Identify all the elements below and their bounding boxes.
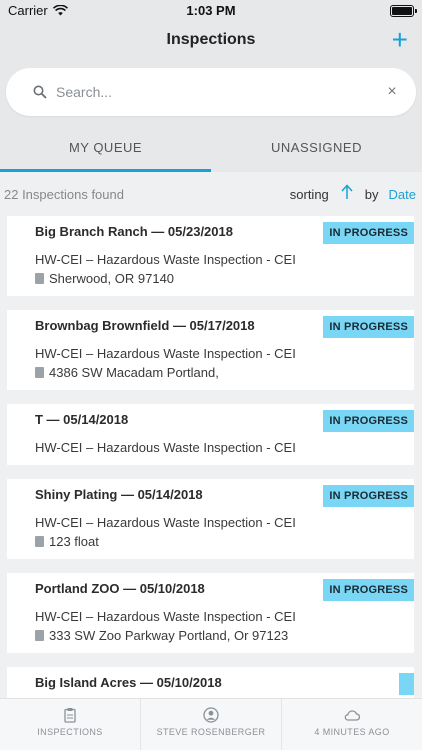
search-icon	[33, 85, 47, 99]
inspection-card[interactable]: Portland ZOO — 05/10/2018 IN PROGRESS HW…	[7, 573, 414, 653]
status-badge: IN PROGRESS	[323, 410, 414, 432]
cloud-icon	[344, 710, 361, 721]
inspection-list: Big Branch Ranch — 05/23/2018 IN PROGRES…	[0, 216, 422, 707]
queue-tabs: MY QUEUE UNASSIGNED	[0, 126, 422, 172]
sort-direction-button[interactable]	[341, 183, 353, 205]
add-inspection-button[interactable]: +	[392, 26, 408, 54]
battery-icon	[390, 5, 417, 17]
building-icon	[35, 273, 44, 284]
list-toolbar: 22 Inspections found sorting by Date	[0, 172, 422, 216]
tabbar-label: INSPECTIONS	[37, 727, 103, 737]
tabbar-item-inspections[interactable]: INSPECTIONS	[0, 699, 141, 750]
clock: 1:03 PM	[186, 3, 236, 18]
status-bar: Carrier 1:03 PM	[0, 0, 422, 22]
navigation-bar: Inspections +	[0, 22, 422, 60]
status-badge: IN PROGRESS	[323, 485, 414, 507]
bottom-tab-bar: INSPECTIONS STEVE ROSENBERGER 4 MINUTES …	[0, 698, 422, 750]
arrow-up-icon	[341, 183, 353, 199]
header: Carrier 1:03 PM Inspections + ×	[0, 0, 422, 172]
inspection-card[interactable]: Big Branch Ranch — 05/23/2018 IN PROGRES…	[7, 216, 414, 296]
status-badge	[398, 673, 414, 695]
close-icon: ×	[387, 83, 397, 100]
address-text: 333 SW Zoo Parkway Portland, Or 97123	[49, 628, 289, 643]
tabbar-item-user[interactable]: STEVE ROSENBERGER	[141, 699, 282, 750]
sorting-label: sorting	[289, 186, 329, 202]
address-text: 4386 SW Macadam Portland,	[49, 365, 219, 380]
clear-search-button[interactable]: ×	[384, 83, 400, 101]
inspection-address: Sherwood, OR 97140	[35, 271, 406, 286]
page-title: Inspections	[166, 31, 256, 48]
inspection-type: HW-CEI – Hazardous Waste Inspection - CE…	[35, 515, 296, 530]
inspection-type: HW-CEI – Hazardous Waste Inspection - CE…	[35, 252, 296, 267]
sort-field-button[interactable]: Date	[389, 187, 416, 202]
inspection-card[interactable]: Brownbag Brownfield — 05/17/2018 IN PROG…	[7, 310, 414, 390]
user-icon	[203, 707, 219, 723]
tabbar-label: 4 MINUTES AGO	[314, 727, 390, 737]
tab-unassigned[interactable]: UNASSIGNED	[211, 126, 422, 172]
tabbar-item-sync[interactable]: 4 MINUTES AGO	[282, 699, 422, 750]
tabbar-label: STEVE ROSENBERGER	[156, 727, 266, 737]
search-bar: ×	[6, 68, 416, 116]
search-input[interactable]	[56, 84, 384, 100]
status-badge: IN PROGRESS	[323, 222, 414, 244]
inspection-address: 123 float	[35, 534, 406, 549]
inspection-type: HW-CEI – Hazardous Waste Inspection - CE…	[35, 609, 296, 624]
status-badge: IN PROGRESS	[323, 579, 414, 601]
building-icon	[35, 536, 44, 547]
tab-my-queue[interactable]: MY QUEUE	[0, 126, 211, 172]
inspection-address: 4386 SW Macadam Portland,	[35, 365, 406, 380]
by-label: by	[364, 186, 379, 202]
search-container: ×	[0, 60, 422, 126]
status-badge: IN PROGRESS	[323, 316, 414, 338]
building-icon	[35, 630, 44, 641]
address-text: Sherwood, OR 97140	[49, 271, 175, 286]
inspection-card[interactable]: T — 05/14/2018 IN PROGRESS HW-CEI – Haza…	[7, 404, 414, 465]
building-icon	[35, 367, 44, 378]
plus-icon: +	[391, 24, 408, 55]
inspection-type: HW-CEI – Hazardous Waste Inspection - CE…	[35, 346, 296, 361]
clipboard-icon	[64, 708, 76, 723]
active-tab-indicator	[0, 169, 211, 172]
inspection-title: Big Island Acres — 05/10/2018	[35, 675, 222, 690]
inspection-type: HW-CEI – Hazardous Waste Inspection - CE…	[35, 440, 296, 455]
results-count: 22 Inspections found	[4, 186, 124, 202]
address-text: 123 float	[49, 534, 99, 549]
inspection-card[interactable]: Shiny Plating — 05/14/2018 IN PROGRESS H…	[7, 479, 414, 559]
inspection-address: 333 SW Zoo Parkway Portland, Or 97123	[35, 628, 406, 643]
